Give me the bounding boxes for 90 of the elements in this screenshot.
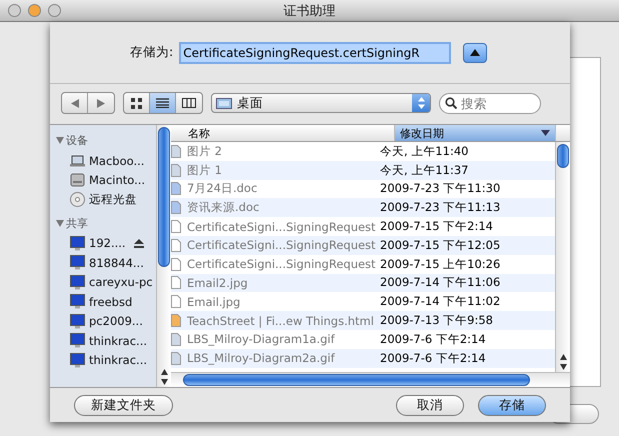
sidebar-item[interactable]: Macboo...: [89, 154, 144, 168]
file-name: 图片 2: [187, 144, 222, 159]
minimize-button[interactable]: [28, 4, 41, 17]
location-popup[interactable]: 桌面: [211, 93, 431, 113]
monitor-icon: [70, 255, 85, 270]
modified-date: 2009-7-23 下午11:13: [380, 200, 500, 216]
monitor-icon: [70, 314, 85, 329]
scroll-down-icon[interactable]: [160, 379, 168, 385]
save-button[interactable]: 存储: [478, 394, 546, 416]
monitor-icon: [70, 274, 85, 290]
modified-date: 2009-7-6 下午2:14: [380, 332, 486, 347]
sidebar-heading: 设备: [66, 133, 88, 148]
modified-date: 2009-7-6 下午2:14: [380, 350, 486, 366]
sidebar-item[interactable]: pc2009...: [89, 314, 143, 328]
file-name: LBS_Milroy-Diagram2a.gif: [187, 351, 335, 366]
file-name: TeachStreet | Fi...ew Things.html: [187, 314, 374, 328]
scroll-thumb[interactable]: [183, 374, 530, 386]
save-as-label: 存储为:: [130, 44, 174, 61]
file-name: 7月24日.doc: [187, 181, 258, 196]
sidebar-scrollbar[interactable]: [156, 125, 171, 387]
disc-icon: [70, 192, 85, 208]
file-row[interactable]: CertificateSigni...SigningRequest 2009-7-15 下午12:05: [171, 236, 555, 255]
sidebar-item[interactable]: thinkrac...: [89, 353, 148, 368]
dialog-button[interactable]: 取消: [396, 394, 464, 416]
columns-icon: [182, 98, 196, 108]
right-arrow-icon: [97, 98, 105, 108]
window-title: 证书助理: [284, 2, 336, 20]
file-name: CertificateSigni...SigningRequest: [187, 238, 376, 252]
file-name: LBS_Milroy-Diagram1a.gif: [187, 332, 335, 346]
horizontal-scrollbar[interactable]: [171, 372, 570, 387]
sidebar-heading: 共享: [66, 216, 88, 230]
file-name: CertificateSigni...SigningRequest: [187, 220, 376, 234]
modified-date: 2009-7-13 下午9:58: [380, 313, 493, 328]
file-name: 图片 1: [187, 162, 222, 178]
scroll-down-icon[interactable]: [560, 364, 566, 370]
sidebar-item[interactable]: 远程光盘: [89, 192, 137, 208]
up-down-arrows-icon: [418, 97, 424, 109]
monitor-icon: [70, 236, 85, 251]
file-row[interactable]: LBS_Milroy-Diagram2a.gif 2009-7-6 下午2:14: [171, 348, 555, 368]
file-name: Email2.jpg: [187, 276, 248, 290]
column-header[interactable]: 修改日期: [395, 125, 556, 141]
sidebar-item[interactable]: Macinto...: [89, 173, 146, 188]
modified-date: 2009-7-15 下午2:14: [380, 219, 493, 234]
scroll-thumb[interactable]: [158, 127, 170, 267]
scroll-up-icon[interactable]: [160, 369, 168, 375]
monitor-icon: [70, 294, 85, 310]
search-icon: [445, 97, 457, 109]
disclosure-triangle-icon[interactable]: [56, 220, 64, 226]
file-row[interactable]: 图片 1 今天, 上午11:37: [171, 160, 555, 180]
list-icon: [156, 98, 169, 108]
modified-date: 2009-7-14 下午11:02: [380, 294, 500, 310]
search-field[interactable]: 搜索: [439, 92, 541, 114]
sidebar-item[interactable]: 192....: [89, 236, 126, 250]
scroll-thumb[interactable]: [557, 144, 569, 168]
scroll-up-icon[interactable]: [560, 354, 566, 360]
sort-arrow-icon: [541, 130, 550, 136]
file-row[interactable]: TeachStreet | Fi...ew Things.html 2009-7-13 下午9:58: [171, 311, 555, 330]
file-name: 资讯来源.doc: [187, 200, 260, 216]
triangle-icon: [470, 49, 480, 56]
modified-date: 今天, 上午11:37: [380, 162, 468, 178]
icon-grid-icon: [131, 98, 142, 108]
modified-date: 2009-7-14 下午11:06: [380, 275, 500, 290]
hard-drive-icon: [70, 173, 85, 188]
monitor-icon: [70, 352, 85, 368]
monitor-icon: [70, 333, 85, 348]
modified-date: 2009-7-23 下午11:30: [380, 181, 500, 196]
modified-date: 2009-7-15 下午12:05: [380, 238, 500, 253]
collapse-button[interactable]: [463, 42, 488, 62]
file-row[interactable]: Email2.jpg 2009-7-14 下午11:06: [171, 274, 555, 292]
laptop-icon: [70, 154, 85, 167]
dialog-button[interactable]: 新建文件夹: [74, 394, 173, 416]
file-name: CertificateSigni...SigningRequest: [187, 257, 376, 272]
file-name-field[interactable]: CertificateSigningRequest.certSigningR: [179, 42, 452, 64]
file-row[interactable]: 资讯来源.doc 2009-7-23 下午11:13: [171, 198, 555, 218]
eject-icon[interactable]: [134, 238, 144, 248]
file-row[interactable]: 7月24日.doc 2009-7-23 下午11:30: [171, 180, 555, 198]
sidebar-item[interactable]: 818844...: [89, 256, 144, 270]
list-scrollbar[interactable]: [555, 142, 570, 372]
disclosure-triangle-icon[interactable]: [56, 137, 64, 144]
sidebar-item[interactable]: careyxu-pc: [89, 275, 153, 290]
file-name: Email.jpg: [187, 294, 240, 309]
modified-date: 今天, 上午11:40: [380, 144, 468, 159]
close-button[interactable]: [8, 4, 21, 17]
sidebar-item[interactable]: thinkrac...: [89, 334, 148, 348]
zoom-button[interactable]: [48, 4, 61, 17]
left-arrow-icon: [70, 98, 78, 108]
folder-icon: [216, 97, 232, 109]
modified-date: 2009-7-15 上午10:26: [380, 256, 500, 272]
sidebar-item[interactable]: freebsd: [89, 294, 132, 309]
view-mode-button[interactable]: [150, 93, 176, 113]
